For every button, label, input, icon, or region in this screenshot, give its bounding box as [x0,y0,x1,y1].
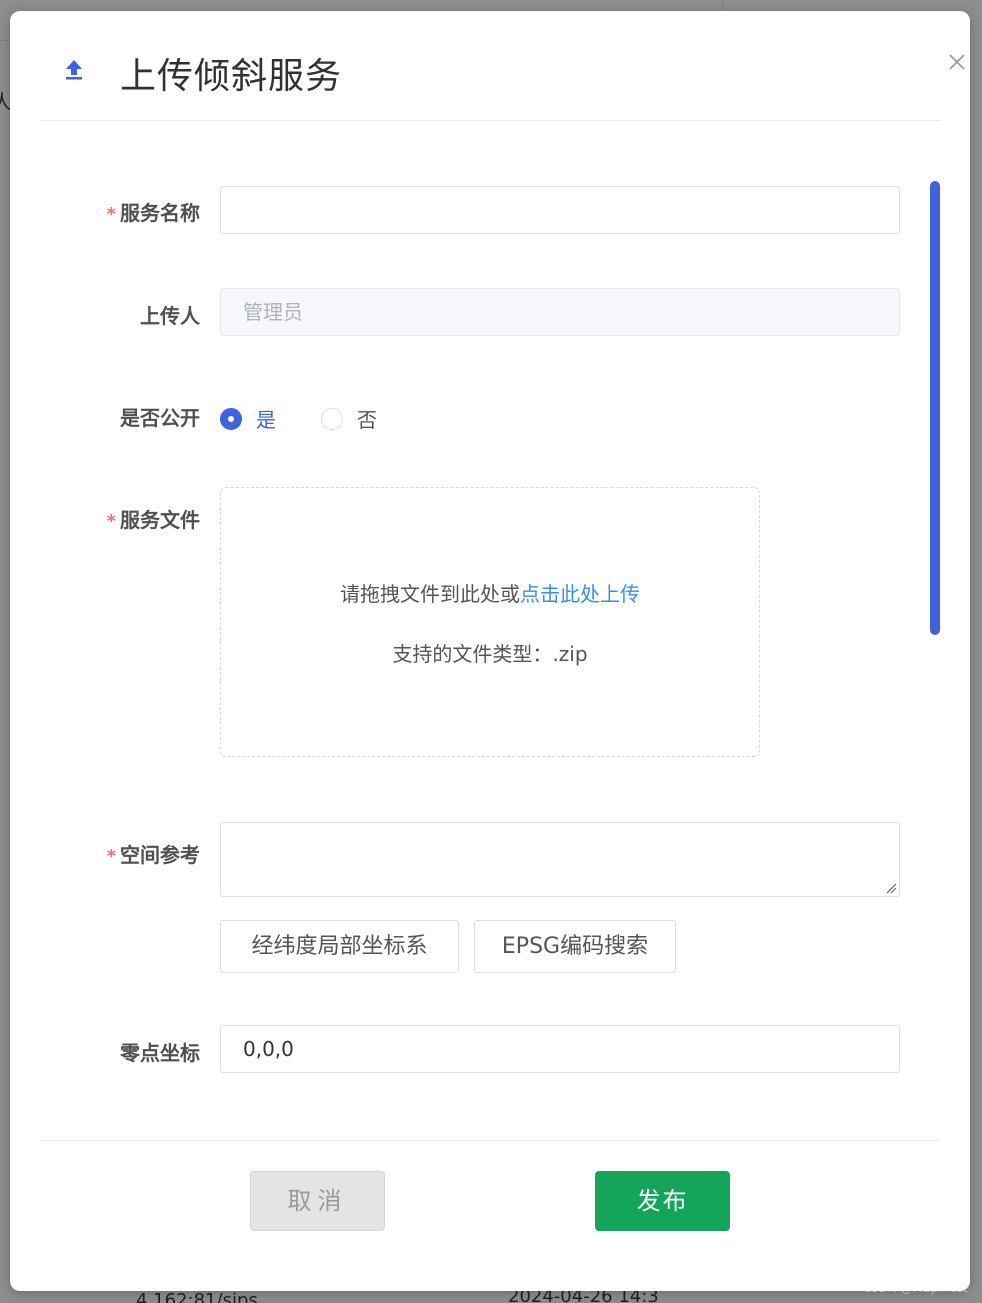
public-radio-yes[interactable]: 是 [220,404,276,433]
dropzone-text: 请拖拽文件到此处或点击此处上传 [340,582,640,606]
backdrop-divider [0,40,10,41]
spatial-ref-textarea[interactable] [220,822,900,897]
resize-handle-icon[interactable] [885,882,897,894]
upload-icon [66,60,82,80]
upload-dialog: 上传倾斜服务 * 服务名称 上传人 管理员 是否公开 是 否 * 服务文件 请拖拽文… [10,11,970,1291]
required-mark: * [106,511,116,532]
backdrop-divider [722,0,723,10]
file-dropzone[interactable]: 请拖拽文件到此处或点击此处上传 支持的文件类型：.zip [220,487,760,757]
scrollbar[interactable] [930,181,940,635]
uploader-label: 上传人 [140,304,200,328]
radio-unchecked-icon [321,407,343,430]
uploader-input: 管理员 [220,288,900,336]
service-name-input[interactable] [220,186,900,234]
origin-input[interactable]: 0,0,0 [220,1025,900,1073]
service-file-label: * 服务文件 [106,508,200,532]
local-coord-button[interactable]: 经纬度局部坐标系 [220,920,459,973]
public-radio-no[interactable]: 否 [321,404,377,433]
backdrop-text: 4.162:81/sips [136,1290,258,1303]
dialog-header: 上传倾斜服务 [40,11,965,121]
publish-button[interactable]: 发布 [595,1171,730,1231]
origin-label: 零点坐标 [120,1041,200,1065]
file-type-hint: 支持的文件类型：.zip [392,642,588,666]
spatial-ref-label: * 空间参考 [106,843,200,867]
cancel-button[interactable]: 取消 [250,1171,385,1231]
upload-link[interactable]: 点击此处上传 [520,582,640,606]
required-mark: * [106,846,116,867]
required-mark: * [106,204,116,225]
epsg-search-button[interactable]: EPSG编码搜索 [474,920,676,973]
footer-divider [40,1140,940,1141]
radio-checked-icon [220,407,242,430]
close-icon[interactable] [946,51,968,73]
dialog-title: 上传倾斜服务 [120,56,343,97]
service-name-label: * 服务名称 [106,201,200,225]
public-label: 是否公开 [120,406,200,430]
